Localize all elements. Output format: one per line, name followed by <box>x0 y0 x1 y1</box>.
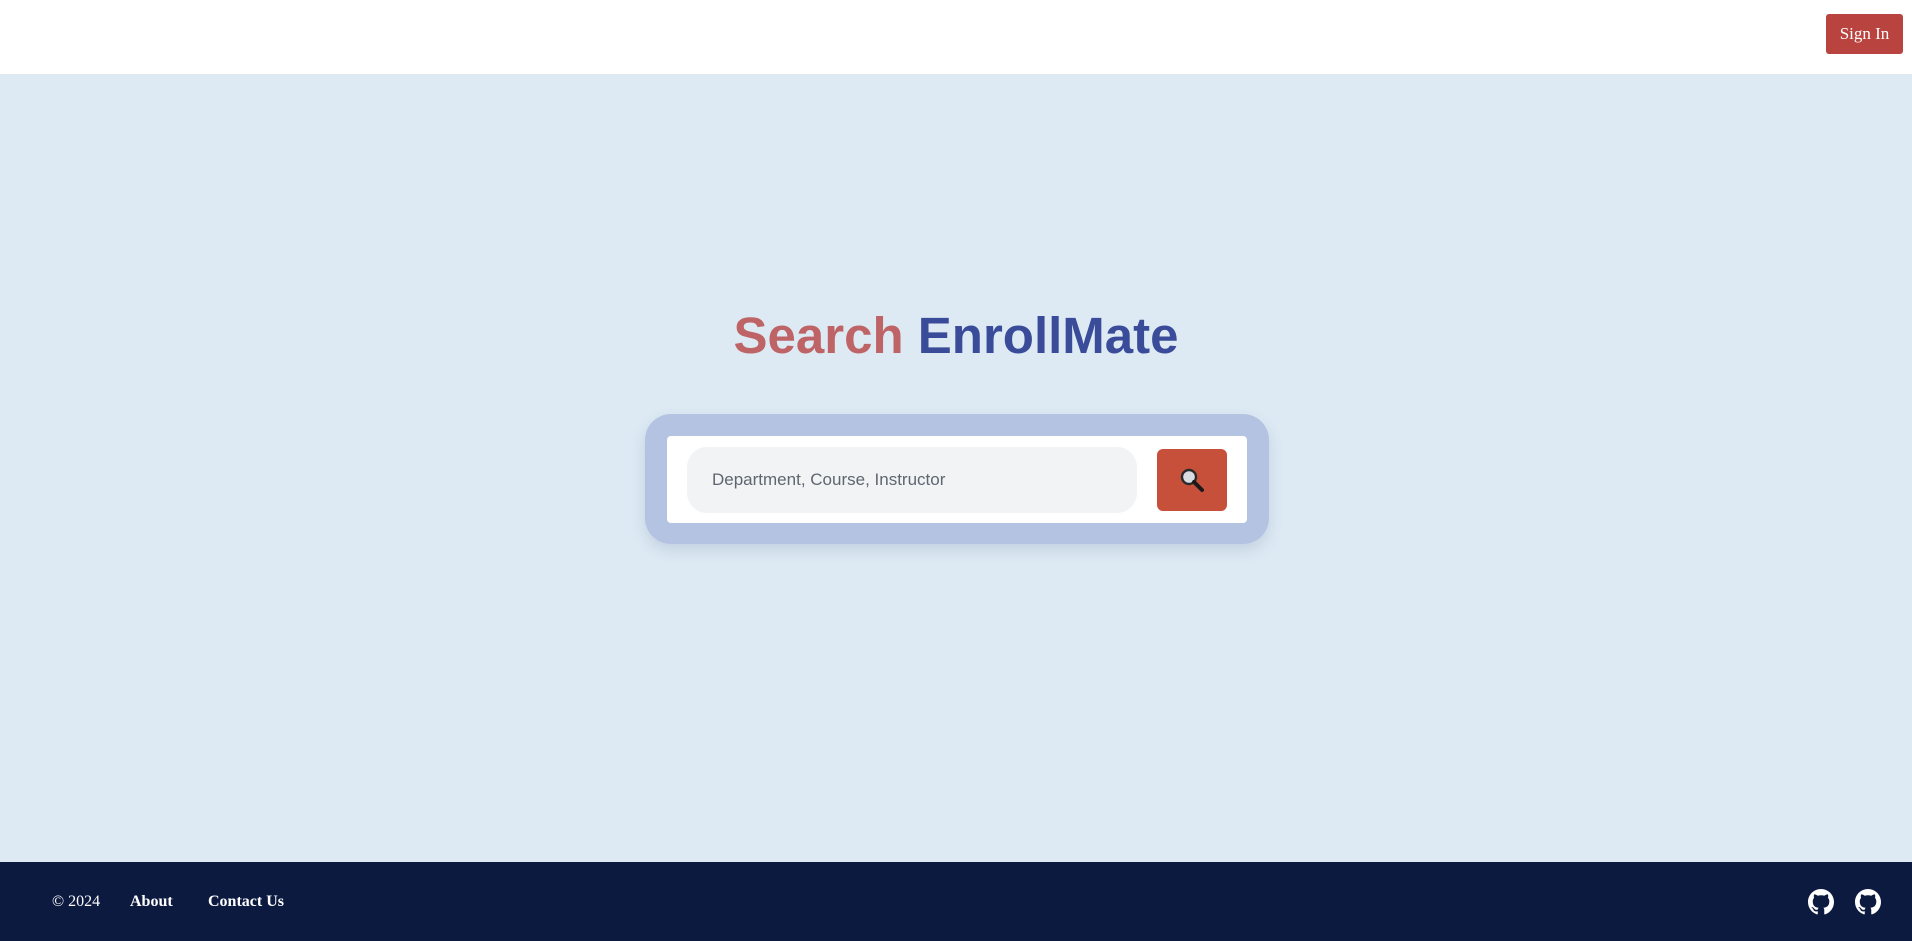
copyright-text: © 2024 <box>52 892 101 910</box>
page-title: Search EnrollMate <box>0 306 1912 366</box>
main-content: Search EnrollMate <box>0 74 1912 862</box>
footer-link-contact[interactable]: Contact Us <box>208 862 284 941</box>
search-box <box>667 436 1247 523</box>
search-panel <box>645 414 1269 544</box>
title-word-search: Search <box>733 307 904 364</box>
magnifying-glass-icon <box>1180 468 1204 492</box>
sign-in-button[interactable]: Sign In <box>1826 14 1903 54</box>
search-button[interactable] <box>1157 449 1227 511</box>
search-input[interactable] <box>687 447 1137 513</box>
footer: © 2024 About Contact Us <box>0 862 1912 941</box>
footer-link-about[interactable]: About <box>130 862 173 941</box>
github-icon[interactable] <box>1855 889 1881 915</box>
top-navbar: Sign In <box>0 0 1912 74</box>
github-icon[interactable] <box>1808 889 1834 915</box>
title-word-brand: EnrollMate <box>917 307 1179 364</box>
